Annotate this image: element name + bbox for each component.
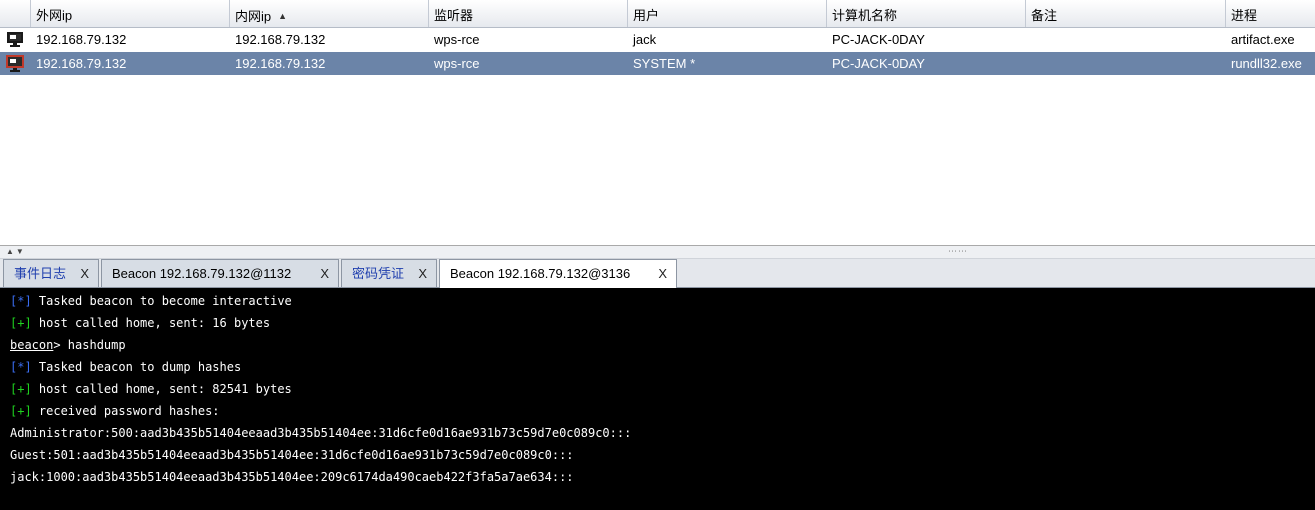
column-header-label: 进程 — [1231, 8, 1258, 23]
tab-label: Beacon 192.168.79.132@3136 — [450, 266, 631, 281]
tab-beacon-3136[interactable]: Beacon 192.168.79.132@3136 X — [439, 259, 677, 288]
table-row[interactable]: 192.168.79.132 192.168.79.132 wps-rce ja… — [0, 28, 1315, 51]
console-tag: [+] — [10, 404, 32, 418]
tab-credentials[interactable]: 密码凭证 X — [341, 259, 437, 287]
console-command: > hashdump — [53, 338, 126, 352]
tab-event-log[interactable]: 事件日志 X — [3, 259, 99, 287]
column-header-label: 内网ip — [235, 9, 272, 24]
console-text: host called home, sent: 82541 bytes — [31, 382, 292, 396]
column-header-internal-ip[interactable]: 内网ip ▲ — [230, 0, 429, 27]
column-header-external-ip[interactable]: 外网ip — [31, 0, 230, 27]
cell-internal-ip: 192.168.79.132 — [235, 32, 326, 47]
table-header: 外网ip 内网ip ▲ 监听器 用户 计算机名称 备注 进程 — [0, 0, 1315, 28]
column-header-process[interactable]: 进程 — [1226, 0, 1315, 27]
tab-bar: 事件日志 X Beacon 192.168.79.132@1132 X 密码凭证… — [0, 259, 1315, 288]
cell-process: artifact.exe — [1231, 32, 1295, 47]
column-header-label: 计算机名称 — [832, 8, 898, 23]
close-icon[interactable]: X — [418, 260, 427, 288]
console-line: [+] host called home, sent: 16 bytes — [10, 312, 1315, 334]
close-icon[interactable]: X — [320, 260, 329, 288]
cell-user: SYSTEM * — [633, 56, 696, 71]
console-text: Tasked beacon to dump hashes — [31, 360, 242, 374]
elevated-monitor-icon — [6, 55, 24, 72]
console-hash-line: Guest:501:aad3b435b51404eeaad3b435b51404… — [10, 448, 574, 462]
cell-internal-ip: 192.168.79.132 — [235, 56, 326, 71]
close-icon[interactable]: X — [80, 260, 89, 288]
cell-process: rundll32.exe — [1231, 56, 1302, 71]
column-header-label: 备注 — [1031, 8, 1058, 23]
console-line: [*] Tasked beacon to dump hashes — [10, 356, 1315, 378]
column-header-computer[interactable]: 计算机名称 — [827, 0, 1026, 27]
cell-computer: PC-JACK-0DAY — [832, 32, 925, 47]
console-hash-line: Administrator:500:aad3b435b51404eeaad3b4… — [10, 426, 632, 440]
cell-external-ip: 192.168.79.132 — [36, 32, 127, 47]
cell-computer: PC-JACK-0DAY — [832, 56, 925, 71]
cell-note — [1026, 28, 1226, 51]
console-text: Tasked beacon to become interactive — [31, 294, 292, 308]
column-header-note[interactable]: 备注 — [1026, 0, 1226, 27]
session-table[interactable]: 外网ip 内网ip ▲ 监听器 用户 计算机名称 备注 进程 192.168.79… — [0, 0, 1315, 246]
tab-label: 密码凭证 — [352, 266, 405, 281]
cell-external-ip: 192.168.79.132 — [36, 56, 127, 71]
column-header-label: 监听器 — [434, 8, 474, 23]
sort-ascending-icon: ▲ — [278, 11, 288, 21]
console-line: [+] host called home, sent: 82541 bytes — [10, 378, 1315, 400]
column-header-listener[interactable]: 监听器 — [429, 0, 628, 27]
console-hash-line: jack:1000:aad3b435b51404eeaad3b435b51404… — [10, 470, 574, 484]
beacon-console[interactable]: [*] Tasked beacon to become interactive … — [0, 288, 1315, 510]
cell-user: jack — [633, 32, 657, 47]
console-prompt: beacon — [10, 338, 54, 352]
console-text: host called home, sent: 16 bytes — [31, 316, 271, 330]
close-icon[interactable]: X — [658, 260, 667, 288]
column-header-label: 外网ip — [36, 8, 73, 23]
console-text: received password hashes: — [31, 404, 220, 418]
console-tag: [*] — [10, 294, 32, 308]
console-line: [+] received password hashes: — [10, 400, 1315, 422]
cell-listener: wps-rce — [434, 56, 480, 71]
splitter-collapse-arrows-icon[interactable]: ▲▼ — [6, 246, 26, 258]
console-prompt-line: beacon> hashdump — [10, 334, 1315, 356]
monitor-icon — [7, 32, 23, 47]
cell-listener: wps-rce — [434, 32, 480, 47]
table-row-selected[interactable]: 192.168.79.132 192.168.79.132 wps-rce SY… — [0, 52, 1315, 75]
column-header-icon[interactable] — [0, 0, 31, 27]
pane-splitter[interactable]: ▲▼ ⋯⋯ — [0, 246, 1315, 259]
tab-beacon-1132[interactable]: Beacon 192.168.79.132@1132 X — [101, 259, 339, 287]
console-tag: [+] — [10, 382, 32, 396]
splitter-grip-icon[interactable]: ⋯⋯ — [948, 247, 968, 256]
console-line: [*] Tasked beacon to become interactive — [10, 290, 1315, 312]
column-header-label: 用户 — [633, 8, 660, 23]
tab-label: 事件日志 — [14, 266, 67, 281]
cell-note — [1026, 52, 1226, 75]
tab-label: Beacon 192.168.79.132@1132 — [112, 266, 292, 281]
console-tag: [+] — [10, 316, 32, 330]
column-header-user[interactable]: 用户 — [628, 0, 827, 27]
console-tag: [*] — [10, 360, 32, 374]
